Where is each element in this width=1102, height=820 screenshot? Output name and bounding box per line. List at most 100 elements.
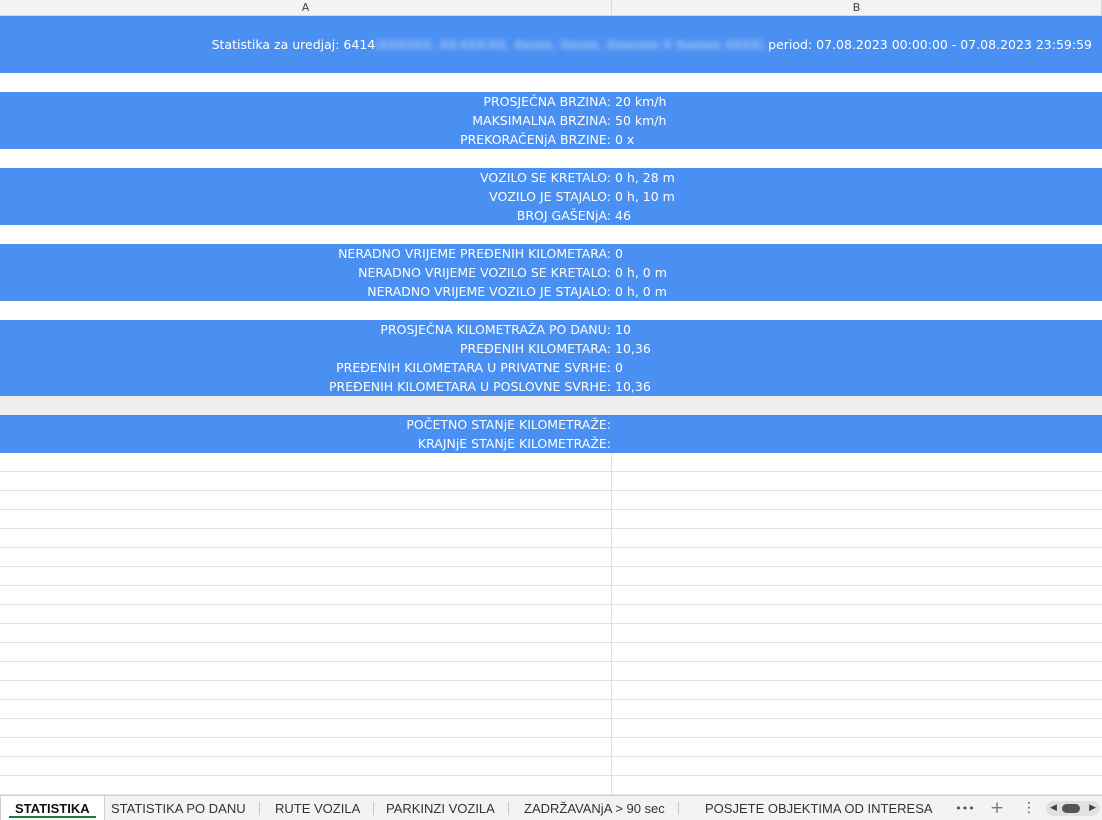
sheet-tab-bar: STATISTIKA STATISTIKA PO DANU RUTE VOZIL… [0,795,1102,820]
empty-row[interactable] [0,529,1102,548]
add-sheet-button[interactable]: + [985,796,1009,820]
column-divider [611,472,612,491]
column-divider [611,453,612,472]
empty-row[interactable] [0,738,1102,757]
row-stopped-time[interactable]: VOZILO JE STAJALO: 0 h, 10 m [0,187,1102,206]
spacer-row[interactable] [0,225,1102,244]
offhours-km-label: NERADNO VRIJEME PREĐENIH KILOMETARA: [338,246,611,261]
more-sheets-button[interactable]: ••• [952,796,978,820]
business-km-label: PREĐENIH KILOMETARA U POSLOVNE SVRHE: [329,379,611,394]
title-text: Statistika za uredjaj: 6414(XXXXXX, XX-X… [212,35,1092,54]
shutdowns-label: BROJ GAŠENjA: [516,208,611,223]
sheet-scroll-control[interactable]: ◀ ▶ [1046,801,1100,816]
column-divider [611,681,612,700]
row-offhours-km[interactable]: NERADNO VRIJEME PREĐENIH KILOMETARA: 0 [0,244,1102,263]
avg-mileage-value: 10 [615,322,631,337]
row-selected-spacer[interactable] [0,396,1102,415]
row-business-km[interactable]: PREĐENIH KILOMETARA U POSLOVNE SVRHE: 10… [0,377,1102,396]
business-km-value: 10,36 [615,379,651,394]
empty-row[interactable] [0,776,1102,795]
empty-row[interactable] [0,586,1102,605]
empty-row[interactable] [0,757,1102,776]
row-total-km[interactable]: PREĐENIH KILOMETARA: 10,36 [0,339,1102,358]
max-speed-value: 50 km/h [615,113,667,128]
tab-statistika-po-danu[interactable]: STATISTIKA PO DANU [97,796,260,820]
tab-posjete-objektima[interactable]: POSJETE OBJEKTIMA OD INTERESA [691,796,947,820]
column-divider [611,719,612,738]
column-divider [611,700,612,719]
tab-rute-vozila[interactable]: RUTE VOZILA [261,796,375,820]
empty-row[interactable] [0,605,1102,624]
row-avg-mileage[interactable]: PROSJEČNA KILOMETRAŽA PO DANU: 10 [0,320,1102,339]
tab-parkinzi-vozila-label: PARKINZI VOZILA [386,801,495,816]
period-text: period: 07.08.2023 00:00:00 - 07.08.2023… [764,37,1092,52]
private-km-value: 0 [615,360,623,375]
odometer-end-label: KRAJNjE STANjE KILOMETRAŽE: [417,436,611,451]
empty-row[interactable] [0,548,1102,567]
empty-row[interactable] [0,491,1102,510]
column-divider [611,567,612,586]
empty-row[interactable] [0,453,1102,472]
row-offhours-moving[interactable]: NERADNO VRIJEME VOZILO SE KRETALO: 0 h, … [0,263,1102,282]
row-odometer-start[interactable]: POČETNO STANjE KILOMETRAŽE: [0,415,1102,434]
empty-row[interactable] [0,719,1102,738]
spacer-row[interactable] [0,73,1102,92]
total-km-label: PREĐENIH KILOMETARA: [460,341,611,356]
odometer-start-label: POČETNO STANjE KILOMETRAŽE: [406,417,611,432]
avg-speed-label: PROSJEČNA BRZINA: [483,94,611,109]
row-speeding[interactable]: PREKORAČENjA BRZINE: 0 x [0,130,1102,149]
tab-parkinzi-vozila[interactable]: PARKINZI VOZILA [372,796,509,820]
empty-row[interactable] [0,624,1102,643]
empty-row[interactable] [0,472,1102,491]
tab-statistika[interactable]: STATISTIKA [0,796,105,820]
column-divider [611,624,612,643]
column-divider [611,643,612,662]
row-moving-time[interactable]: VOZILO SE KRETALO: 0 h, 28 m [0,168,1102,187]
row-avg-speed[interactable]: PROSJEČNA BRZINA: 20 km/h [0,92,1102,111]
empty-row[interactable] [0,567,1102,586]
scroll-right-icon[interactable]: ▶ [1089,801,1096,816]
empty-row[interactable] [0,681,1102,700]
column-header-b[interactable]: B [612,0,1102,16]
empty-row[interactable] [0,700,1102,719]
avg-mileage-label: PROSJEČNA KILOMETRAŽA PO DANU: [380,322,611,337]
column-divider [611,757,612,776]
speeding-label: PREKORAČENjA BRZINE: [460,132,611,147]
column-divider [611,548,612,567]
tab-zadrzavanja[interactable]: ZADRŽAVANjA > 90 sec [510,796,679,820]
column-divider [611,605,612,624]
title-band[interactable]: Statistika za uredjaj: 6414(XXXXXX, XX-X… [0,16,1102,73]
shutdowns-value: 46 [615,208,631,223]
row-shutdowns[interactable]: BROJ GAŠENjA: 46 [0,206,1102,225]
column-divider [611,738,612,757]
scroll-thumb[interactable] [1062,804,1080,813]
offhours-km-value: 0 [615,246,623,261]
row-private-km[interactable]: PREĐENIH KILOMETARA U PRIVATNE SVRHE: 0 [0,358,1102,377]
stopped-time-value: 0 h, 10 m [615,189,675,204]
active-tab-underline [9,816,96,818]
column-divider [611,586,612,605]
empty-row[interactable] [0,643,1102,662]
empty-row[interactable] [0,510,1102,529]
row-odometer-end[interactable]: KRAJNjE STANjE KILOMETRAŽE: [0,434,1102,453]
empty-row[interactable] [0,662,1102,681]
speeding-value: 0 x [615,132,635,147]
spacer-row[interactable] [0,149,1102,168]
private-km-label: PREĐENIH KILOMETARA U PRIVATNE SVRHE: [336,360,611,375]
offhours-stopped-value: 0 h, 0 m [615,284,667,299]
tab-zadrzavanja-label: ZADRŽAVANjA > 90 sec [524,801,665,816]
scroll-left-icon[interactable]: ◀ [1050,801,1057,816]
row-offhours-stopped[interactable]: NERADNO VRIJEME VOZILO JE STAJALO: 0 h, … [0,282,1102,301]
row-max-speed[interactable]: MAKSIMALNA BRZINA: 50 km/h [0,111,1102,130]
sheet-options-button[interactable]: ⋮ [1018,796,1040,820]
stopped-time-label: VOZILO JE STAJALO: [489,189,611,204]
column-divider [611,491,612,510]
redacted-device-details: (XXXXXX, XX-XXX-XX, Xxxxx, Xxxxx, Xxxxxx… [375,37,765,52]
moving-time-label: VOZILO SE KRETALO: [480,170,611,185]
max-speed-label: MAKSIMALNA BRZINA: [472,113,611,128]
tab-rute-vozila-label: RUTE VOZILA [275,801,361,816]
spacer-row[interactable] [0,301,1102,320]
column-divider [611,662,612,681]
column-header-a[interactable]: A [0,0,612,16]
device-prefix: Statistika za uredjaj: 6414 [211,37,376,52]
